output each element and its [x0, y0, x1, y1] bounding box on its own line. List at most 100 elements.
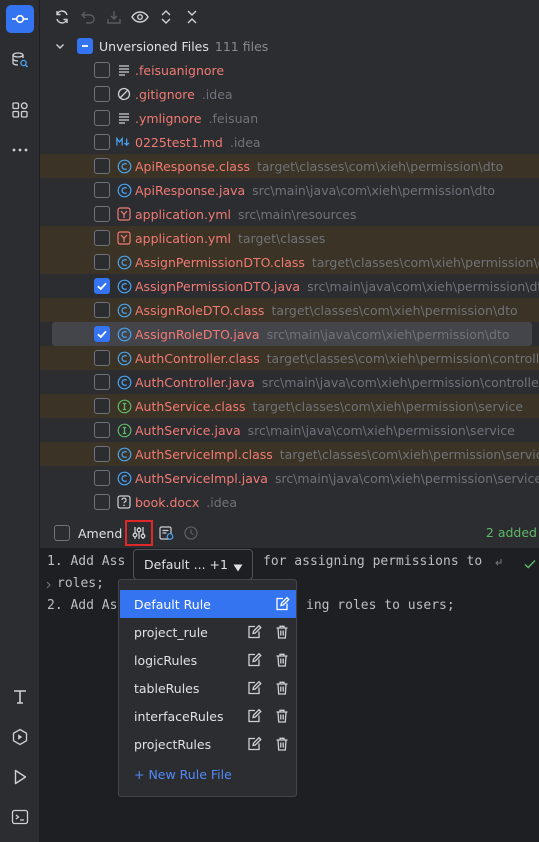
unversioned-group-row[interactable]: Unversioned Files 111 files — [40, 34, 539, 58]
class-icon — [116, 374, 132, 390]
trash-icon[interactable] — [274, 708, 290, 724]
file-path: src\main\java\com\xieh\permission\dto — [307, 278, 539, 294]
file-name: book.docx — [135, 494, 200, 510]
file-checkbox[interactable] — [94, 374, 110, 390]
refresh-icon[interactable] — [52, 7, 72, 27]
file-row[interactable]: AssignRoleDTO.class target\classes\com\xi… — [40, 298, 539, 322]
more-icon[interactable] — [6, 136, 34, 164]
file-checkbox[interactable] — [94, 86, 110, 102]
text-tool-icon[interactable] — [6, 683, 34, 711]
file-checkbox[interactable] — [94, 350, 110, 366]
edit-icon[interactable] — [246, 624, 262, 640]
file-path: target\classes\com\xieh\permission\dto — [271, 302, 518, 318]
expand-all-icon[interactable] — [156, 7, 176, 27]
file-checkbox[interactable] — [94, 422, 110, 438]
file-name: 0225test1.md — [135, 134, 223, 150]
file-row[interactable]: .feisuanignore — [40, 58, 539, 82]
edit-icon[interactable] — [246, 708, 262, 724]
message-line-1-end: for assigning permissions to — [263, 554, 483, 569]
file-path: target\classes\com\xieh\permission\contr… — [266, 350, 539, 366]
shelve-icon[interactable] — [104, 7, 124, 27]
edit-icon[interactable] — [246, 680, 262, 696]
amend-checkbox[interactable] — [54, 525, 70, 541]
trash-icon[interactable] — [274, 736, 290, 752]
file-checkbox[interactable] — [94, 230, 110, 246]
plugins-icon[interactable] — [6, 96, 34, 124]
trash-icon[interactable] — [274, 652, 290, 668]
terminal-icon[interactable] — [6, 803, 34, 831]
history-icon[interactable] — [183, 525, 199, 541]
trash-icon[interactable] — [274, 680, 290, 696]
file-row[interactable]: AssignPermissionDTO.java src\main\java\co… — [40, 274, 539, 298]
group-label: Unversioned Files — [99, 38, 209, 54]
file-checkbox[interactable] — [94, 446, 110, 462]
file-name: ApiResponse.class — [135, 158, 250, 174]
chevron-down-icon[interactable] — [54, 40, 68, 52]
commit-icon[interactable] — [6, 5, 34, 33]
file-row[interactable]: AuthServiceImpl.class target\classes\com\… — [40, 442, 539, 466]
file-row[interactable]: .ymlignore .feisuan — [40, 106, 539, 130]
file-checkbox[interactable] — [94, 302, 110, 318]
file-row[interactable]: AssignRoleDTO.java src\main\java\com\xieh… — [52, 322, 532, 346]
commit-rules-button[interactable] — [125, 520, 153, 546]
file-row[interactable]: AuthService.class target\classes\com\xieh… — [40, 394, 539, 418]
class-icon — [116, 158, 132, 174]
file-row[interactable]: application.yml src\main\resources — [40, 202, 539, 226]
file-checkbox[interactable] — [94, 134, 110, 150]
file-row[interactable]: AuthService.java src\main\java\com\xieh\p… — [40, 418, 539, 442]
services-icon[interactable] — [6, 723, 34, 751]
file-checkbox[interactable] — [94, 182, 110, 198]
file-path: .idea — [201, 86, 233, 102]
edit-icon[interactable] — [274, 596, 290, 612]
commit-options-bar: Amend 2 added — [40, 518, 539, 548]
rule-item[interactable]: project_rule — [120, 618, 296, 646]
edit-icon[interactable] — [246, 736, 262, 752]
file-name: .feisuanignore — [135, 62, 225, 78]
trash-icon[interactable] — [274, 624, 290, 640]
message-line-2-start: 2. Add Ass — [47, 598, 126, 613]
group-checkbox[interactable] — [77, 38, 93, 54]
rule-select-dropdown[interactable]: Default ... +1 — [133, 549, 253, 580]
file-checkbox[interactable] — [94, 398, 110, 414]
file-checkbox[interactable] — [94, 278, 110, 294]
file-row[interactable]: AuthServiceImpl.java src\main\java\com\xi… — [40, 466, 539, 490]
new-rule-file-link[interactable]: + New Rule File — [120, 760, 296, 788]
file-row[interactable]: .gitignore .idea — [40, 82, 539, 106]
file-row[interactable]: 0225test1.md .idea — [40, 130, 539, 154]
file-checkbox[interactable] — [94, 326, 110, 342]
rule-item[interactable]: Default Rule — [120, 590, 296, 618]
soft-wrap-icon — [46, 579, 54, 594]
file-checkbox[interactable] — [94, 158, 110, 174]
file-row[interactable]: application.yml target\classes — [40, 226, 539, 250]
rollback-icon[interactable] — [78, 7, 98, 27]
file-path: target\classes\com\xieh\permission\dto — [257, 158, 504, 174]
file-checkbox[interactable] — [94, 110, 110, 126]
rule-item[interactable]: interfaceRules — [120, 702, 296, 730]
file-row[interactable]: ApiResponse.class target\classes\com\xieh… — [40, 154, 539, 178]
file-checkbox[interactable] — [94, 62, 110, 78]
file-checkbox[interactable] — [94, 254, 110, 270]
file-row[interactable]: AuthController.class target\classes\com\x… — [40, 346, 539, 370]
file-row[interactable]: AssignPermissionDTO.class target\classes\… — [40, 250, 539, 274]
preview-icon[interactable] — [130, 7, 150, 27]
file-row[interactable]: book.docx .idea — [40, 490, 539, 512]
rule-item[interactable]: projectRules — [120, 730, 296, 758]
file-row[interactable]: ApiResponse.java src\main\java\com\xieh\p… — [40, 178, 539, 202]
rule-item[interactable]: tableRules — [120, 674, 296, 702]
class-icon — [116, 302, 132, 318]
file-checkbox[interactable] — [94, 494, 110, 510]
rule-item[interactable]: logicRules — [120, 646, 296, 674]
edit-icon[interactable] — [246, 652, 262, 668]
commit-template-icon[interactable] — [158, 525, 174, 541]
class-icon — [116, 278, 132, 294]
collapse-all-icon[interactable] — [182, 7, 202, 27]
file-checkbox[interactable] — [94, 206, 110, 222]
file-checkbox[interactable] — [94, 470, 110, 486]
markdown-icon — [116, 134, 132, 150]
rule-name: projectRules — [134, 736, 212, 752]
database-search-icon[interactable] — [6, 46, 34, 74]
file-row[interactable]: AuthController.java src\main\java\com\xie… — [40, 370, 539, 394]
message-line-1-wrap: roles; — [57, 576, 104, 591]
run-icon[interactable] — [6, 763, 34, 791]
file-path: src\main\java\com\xieh\permission\servic… — [247, 422, 515, 438]
